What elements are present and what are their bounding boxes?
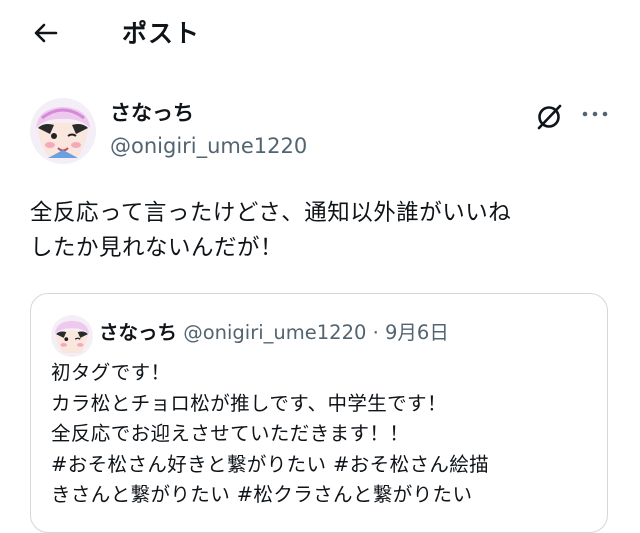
quoted-line: カラ松とチョロ松が推しです、中学生です！ <box>51 391 447 415</box>
quoted-text: 初タグです！ カラ松とチョロ松が推しです、中学生です！ 全反応でお迎えさせていた… <box>51 358 596 511</box>
post-text-line: 全反応って言ったけどさ、通知以外誰がいいね <box>30 200 512 226</box>
top-bar: ポスト <box>0 0 640 64</box>
quoted-avatar <box>51 315 93 357</box>
more-dots-icon[interactable] <box>580 103 610 125</box>
grok-icon[interactable] <box>534 102 564 132</box>
quoted-handle: @onigiri_ume1220 <box>183 321 367 344</box>
quoted-display-name: さなっち <box>99 321 178 344</box>
user-handle[interactable]: @onigiri_ume1220 <box>110 134 307 158</box>
quoted-line: #おそ松さん好きと繋がりたい #おそ松さん絵描 <box>51 452 490 476</box>
page-title: ポスト <box>122 19 201 48</box>
quoted-line: きさんと繋がりたい #松クラさんと繋がりたい <box>51 483 473 506</box>
quoted-date: 9月6日 <box>385 321 449 344</box>
separator-dot: · <box>372 321 379 344</box>
back-arrow-icon[interactable] <box>30 17 62 49</box>
quoted-line: 全反応でお迎えさせていただきます！！ <box>51 422 410 445</box>
quoted-meta: さなっち @onigiri_ume1220 · 9月6日 <box>99 316 449 345</box>
avatar[interactable] <box>30 98 96 164</box>
post-text-line: したか見れないんだが！ <box>30 235 284 261</box>
display-name[interactable]: さなっち <box>110 97 194 127</box>
post-text: 全反応って言ったけどさ、通知以外誰がいいね したか見れないんだが！ <box>30 196 620 266</box>
quoted-line: 初タグです！ <box>51 361 171 384</box>
quoted-post[interactable]: さなっち @onigiri_ume1220 · 9月6日 初タグです！ カラ松と… <box>30 293 608 533</box>
